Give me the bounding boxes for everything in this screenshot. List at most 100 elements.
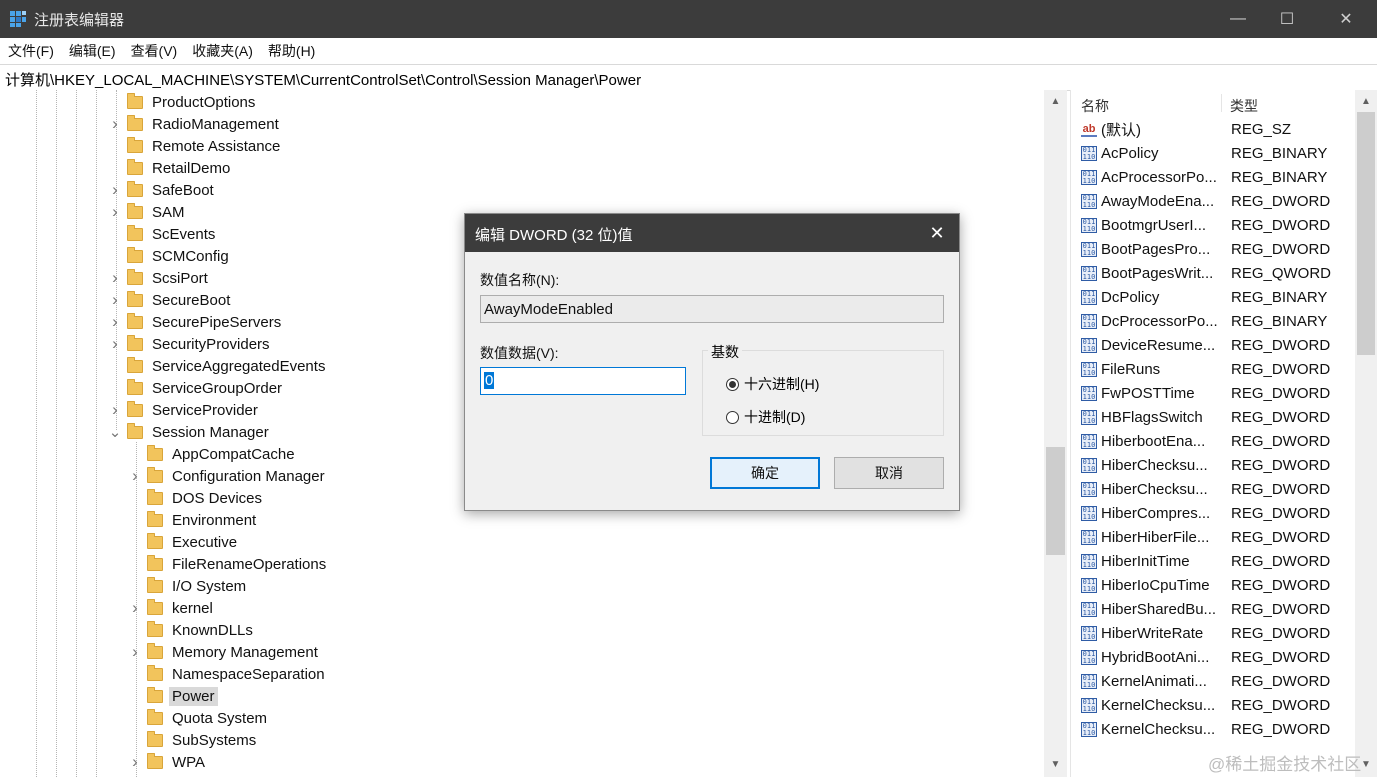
value-name[interactable]: BootPagesPro... <box>1101 241 1229 258</box>
tree-item-label[interactable]: ServiceProvider <box>149 401 261 420</box>
value-row[interactable]: 011 110 DeviceResume... REG_DWORD <box>1071 333 1356 357</box>
value-row[interactable]: 011 110 DcProcessorPo... REG_BINARY <box>1071 309 1356 333</box>
tree-item[interactable]: › SecurePipeServers <box>108 311 284 333</box>
chevron-right-icon[interactable]: › <box>128 641 142 663</box>
value-row[interactable]: 011 110 HiberChecksu... REG_DWORD <box>1071 453 1356 477</box>
chevron-right-icon[interactable]: › <box>108 399 122 421</box>
tree-item-label[interactable]: ServiceGroupOrder <box>149 379 285 398</box>
tree-item[interactable]: SCMConfig <box>108 245 232 267</box>
value-name[interactable]: BootmgrUserI... <box>1101 217 1229 234</box>
dialog-close-icon[interactable]: ✕ <box>917 218 957 248</box>
value-row[interactable]: 011 110 BootPagesPro... REG_DWORD <box>1071 237 1356 261</box>
value-name[interactable]: BootPagesWrit... <box>1101 265 1229 282</box>
cancel-button[interactable]: 取消 <box>834 457 944 489</box>
tree-item[interactable]: NamespaceSeparation <box>128 663 328 685</box>
tree-item[interactable]: › SecureBoot <box>108 289 233 311</box>
value-name[interactable]: AcPolicy <box>1101 145 1229 162</box>
tree-item[interactable]: › WPA <box>128 751 208 773</box>
value-name[interactable]: HiberCompres... <box>1101 505 1229 522</box>
tree-item[interactable]: I/O System <box>128 575 249 597</box>
tree-item-label[interactable]: SecurePipeServers <box>149 313 284 332</box>
value-data-input[interactable]: 0 <box>480 367 686 395</box>
value-row[interactable]: 011 110 FwPOSTTime REG_DWORD <box>1071 381 1356 405</box>
maximize-button[interactable]: ☐ <box>1257 0 1317 38</box>
tree-item-label[interactable]: NamespaceSeparation <box>169 665 328 684</box>
chevron-down-icon[interactable]: ⌄ <box>108 421 122 443</box>
value-name[interactable]: AcProcessorPo... <box>1101 169 1229 186</box>
tree-item-label[interactable]: Memory Management <box>169 643 321 662</box>
value-row[interactable]: 011 110 AcProcessorPo... REG_BINARY <box>1071 165 1356 189</box>
tree-item-label[interactable]: KnownDLLs <box>169 621 256 640</box>
value-name[interactable]: FileRuns <box>1101 361 1229 378</box>
value-row[interactable]: 011 110 DcPolicy REG_BINARY <box>1071 285 1356 309</box>
tree-item[interactable]: AppCompatCache <box>128 443 298 465</box>
value-row[interactable]: 011 110 FileRuns REG_DWORD <box>1071 357 1356 381</box>
tree-item[interactable]: Executive <box>128 531 240 553</box>
tree-item-label[interactable]: kernel <box>169 599 216 618</box>
tree-item-label[interactable]: SecurityProviders <box>149 335 273 354</box>
value-name[interactable]: DcProcessorPo... <box>1101 313 1229 330</box>
value-row[interactable]: 011 110 HiberHiberFile... REG_DWORD <box>1071 525 1356 549</box>
tree-item[interactable]: › SAM <box>108 201 188 223</box>
value-row[interactable]: 011 110 KernelChecksu... REG_DWORD <box>1071 693 1356 717</box>
value-name[interactable]: HybridBootAni... <box>1101 649 1229 666</box>
value-row[interactable]: 011 110 HiberCompres... REG_DWORD <box>1071 501 1356 525</box>
tree-item-label[interactable]: Remote Assistance <box>149 137 283 156</box>
value-row[interactable]: 011 110 AwayModeEna... REG_DWORD <box>1071 189 1356 213</box>
chevron-right-icon[interactable]: › <box>108 333 122 355</box>
chevron-right-icon[interactable]: › <box>108 201 122 223</box>
address-bar[interactable]: 计算机\HKEY_LOCAL_MACHINE\SYSTEM\CurrentCon… <box>0 64 1377 91</box>
value-row[interactable]: 011 110 HybridBootAni... REG_DWORD <box>1071 645 1356 669</box>
value-row[interactable]: 011 110 HiberWriteRate REG_DWORD <box>1071 621 1356 645</box>
value-name[interactable]: HiberbootEna... <box>1101 433 1229 450</box>
value-name[interactable]: AwayModeEna... <box>1101 193 1229 210</box>
scroll-up-arrow-icon[interactable]: ▲ <box>1355 92 1377 110</box>
tree-item[interactable]: Environment <box>128 509 259 531</box>
column-separator[interactable] <box>1221 94 1222 112</box>
tree-item-label[interactable]: AppCompatCache <box>169 445 298 464</box>
tree-item[interactable]: ServiceAggregatedEvents <box>108 355 328 377</box>
tree-item[interactable]: Remote Assistance <box>108 135 283 157</box>
menu-view[interactable]: 查看(V) <box>123 41 185 61</box>
tree-item-label[interactable]: ScEvents <box>149 225 218 244</box>
tree-item-label[interactable]: ProductOptions <box>149 93 258 112</box>
tree-item[interactable]: ⌄ Session Manager <box>108 421 272 443</box>
value-name[interactable]: HiberHiberFile... <box>1101 529 1229 546</box>
value-name[interactable]: HiberWriteRate <box>1101 625 1229 642</box>
menu-help[interactable]: 帮助(H) <box>260 41 322 61</box>
value-row[interactable]: 011 110 BootPagesWrit... REG_QWORD <box>1071 261 1356 285</box>
tree-item-label[interactable]: DOS Devices <box>169 489 265 508</box>
column-header-name[interactable]: 名称 <box>1081 96 1109 116</box>
tree-item[interactable]: › Configuration Manager <box>128 465 328 487</box>
value-name[interactable]: HiberSharedBu... <box>1101 601 1229 618</box>
value-name[interactable]: KernelAnimati... <box>1101 673 1229 690</box>
value-row[interactable]: ab (默认) REG_SZ <box>1071 117 1356 141</box>
tree-item[interactable]: DOS Devices <box>128 487 265 509</box>
tree-item[interactable]: ScEvents <box>108 223 218 245</box>
tree-item-label[interactable]: SCMConfig <box>149 247 232 266</box>
value-name[interactable]: KernelChecksu... <box>1101 721 1229 738</box>
menu-favorites[interactable]: 收藏夹(A) <box>184 41 260 61</box>
tree-item-label[interactable]: Environment <box>169 511 259 530</box>
tree-item-label[interactable]: Power <box>169 686 218 706</box>
value-row[interactable]: 011 110 HiberSharedBu... REG_DWORD <box>1071 597 1356 621</box>
value-name[interactable]: HiberChecksu... <box>1101 457 1229 474</box>
tree-item-label[interactable]: WPA <box>169 753 208 772</box>
radio-hex-label[interactable]: 十六进制(H) <box>744 374 819 394</box>
tree-item[interactable]: ServiceGroupOrder <box>108 377 285 399</box>
tree-item[interactable]: KnownDLLs <box>128 619 256 641</box>
tree-item-label[interactable]: RadioManagement <box>149 115 282 134</box>
scroll-up-arrow-icon[interactable]: ▲ <box>1044 92 1067 110</box>
value-row[interactable]: 011 110 AcPolicy REG_BINARY <box>1071 141 1356 165</box>
chevron-right-icon[interactable]: › <box>108 113 122 135</box>
list-scrollbar-thumb[interactable] <box>1357 112 1375 355</box>
chevron-right-icon[interactable]: › <box>108 267 122 289</box>
tree-item[interactable]: › ServiceProvider <box>108 399 261 421</box>
address-path[interactable]: 计算机\HKEY_LOCAL_MACHINE\SYSTEM\CurrentCon… <box>5 69 641 90</box>
column-header-type[interactable]: 类型 <box>1230 96 1258 116</box>
tree-item-label[interactable]: I/O System <box>169 577 249 596</box>
chevron-right-icon[interactable]: › <box>108 179 122 201</box>
radio-hex[interactable]: 十六进制(H) <box>726 374 819 394</box>
value-name[interactable]: FwPOSTTime <box>1101 385 1229 402</box>
tree-item[interactable]: › ScsiPort <box>108 267 211 289</box>
